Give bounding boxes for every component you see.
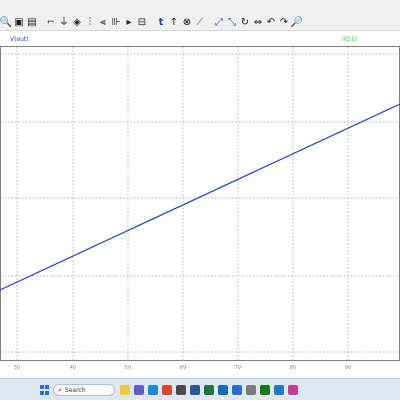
x-tick-label: 3V (14, 365, 21, 371)
x-tick-label: 5V (125, 365, 132, 371)
file-explorer-icon[interactable] (120, 385, 130, 395)
series-line-vout (0, 103, 400, 291)
plot-header: V(out) I(D1) (0, 36, 400, 46)
cursor-icon[interactable]: ⌐ (45, 17, 57, 29)
photos-icon[interactable] (288, 385, 298, 395)
zoom-icon[interactable]: 🔍 (0, 17, 12, 29)
text-icon[interactable]: t (155, 17, 167, 29)
excel-icon[interactable] (204, 385, 214, 395)
component-icon[interactable]: ◈ (71, 17, 83, 29)
edge-icon[interactable] (148, 385, 158, 395)
spice-directive-icon[interactable]: ↑ (168, 17, 180, 29)
search-box[interactable]: ⌕ Search (53, 384, 115, 396)
chrome-icon[interactable] (162, 385, 172, 395)
toolbar-buttons: 🔍 ▣ ▤ ⌐ ⏚ ◈ ⫶ ⫷ ⊪ ▸ ⊟ t ↑ ⊗ ⟋ ⤢ ⤡ ↻ ⇔ ↶ ↷ 🔎 (0, 14, 304, 32)
find-icon[interactable]: 🔎 (291, 17, 303, 29)
label-icon[interactable]: ⊟ (136, 17, 148, 29)
store-icon[interactable] (176, 385, 186, 395)
plot-frame (0, 46, 400, 361)
capacitor-icon[interactable]: ⫷ (97, 17, 109, 29)
teams-icon[interactable] (134, 385, 144, 395)
undo-icon[interactable]: ↶ (265, 17, 277, 29)
search-placeholder: Search (64, 386, 86, 394)
taskbar: ⌕ Search (0, 378, 400, 400)
word-icon[interactable] (190, 385, 200, 395)
mirror-icon[interactable]: ⇔ (252, 17, 264, 29)
mail-icon[interactable] (274, 385, 284, 395)
settings-icon[interactable] (246, 385, 256, 395)
x-tick-label: 6V (180, 365, 187, 371)
trace-label-id1[interactable]: I(D1) (342, 36, 357, 43)
toolbar: 🔍 ▣ ▤ ⌐ ⏚ ◈ ⫶ ⫷ ⊪ ▸ ⊟ t ↑ ⊗ ⟋ ⤢ ⤡ ↻ ⇔ ↶ ↷ 🔎 (0, 0, 400, 31)
ground-icon[interactable]: ⏚ (58, 17, 70, 29)
drag-icon[interactable]: ⤡ (226, 17, 238, 29)
halt-icon[interactable]: ⊗ (181, 17, 193, 29)
autoscale-icon[interactable]: ▤ (26, 17, 38, 29)
move-icon[interactable]: ⤢ (213, 17, 225, 29)
x-tick-label: 8V (290, 365, 297, 371)
inductor-icon[interactable]: ⊪ (110, 17, 122, 29)
ltspice-icon[interactable] (232, 385, 242, 395)
redo-icon[interactable]: ↷ (278, 17, 290, 29)
resistor-icon[interactable]: ⫶ (84, 17, 96, 29)
trace-label-vout[interactable]: V(out) (10, 36, 29, 43)
x-tick-label: 7V (235, 365, 242, 371)
x-tick-label: 9V (345, 365, 352, 371)
search-icon: ⌕ (58, 385, 62, 394)
outlook-icon[interactable] (218, 385, 228, 395)
wire-icon[interactable]: ⟋ (194, 17, 206, 29)
waveform-plot[interactable]: 3V 4V 5V 6V 7V 8V 9V (0, 46, 400, 378)
x-tick-label: 4V (70, 365, 77, 371)
xbox-icon[interactable] (260, 385, 270, 395)
windows-start-icon[interactable] (40, 385, 50, 395)
zoom-to-fit-icon[interactable]: ▣ (13, 17, 25, 29)
diode-icon[interactable]: ▸ (123, 17, 135, 29)
rotate-icon[interactable]: ↻ (239, 17, 251, 29)
